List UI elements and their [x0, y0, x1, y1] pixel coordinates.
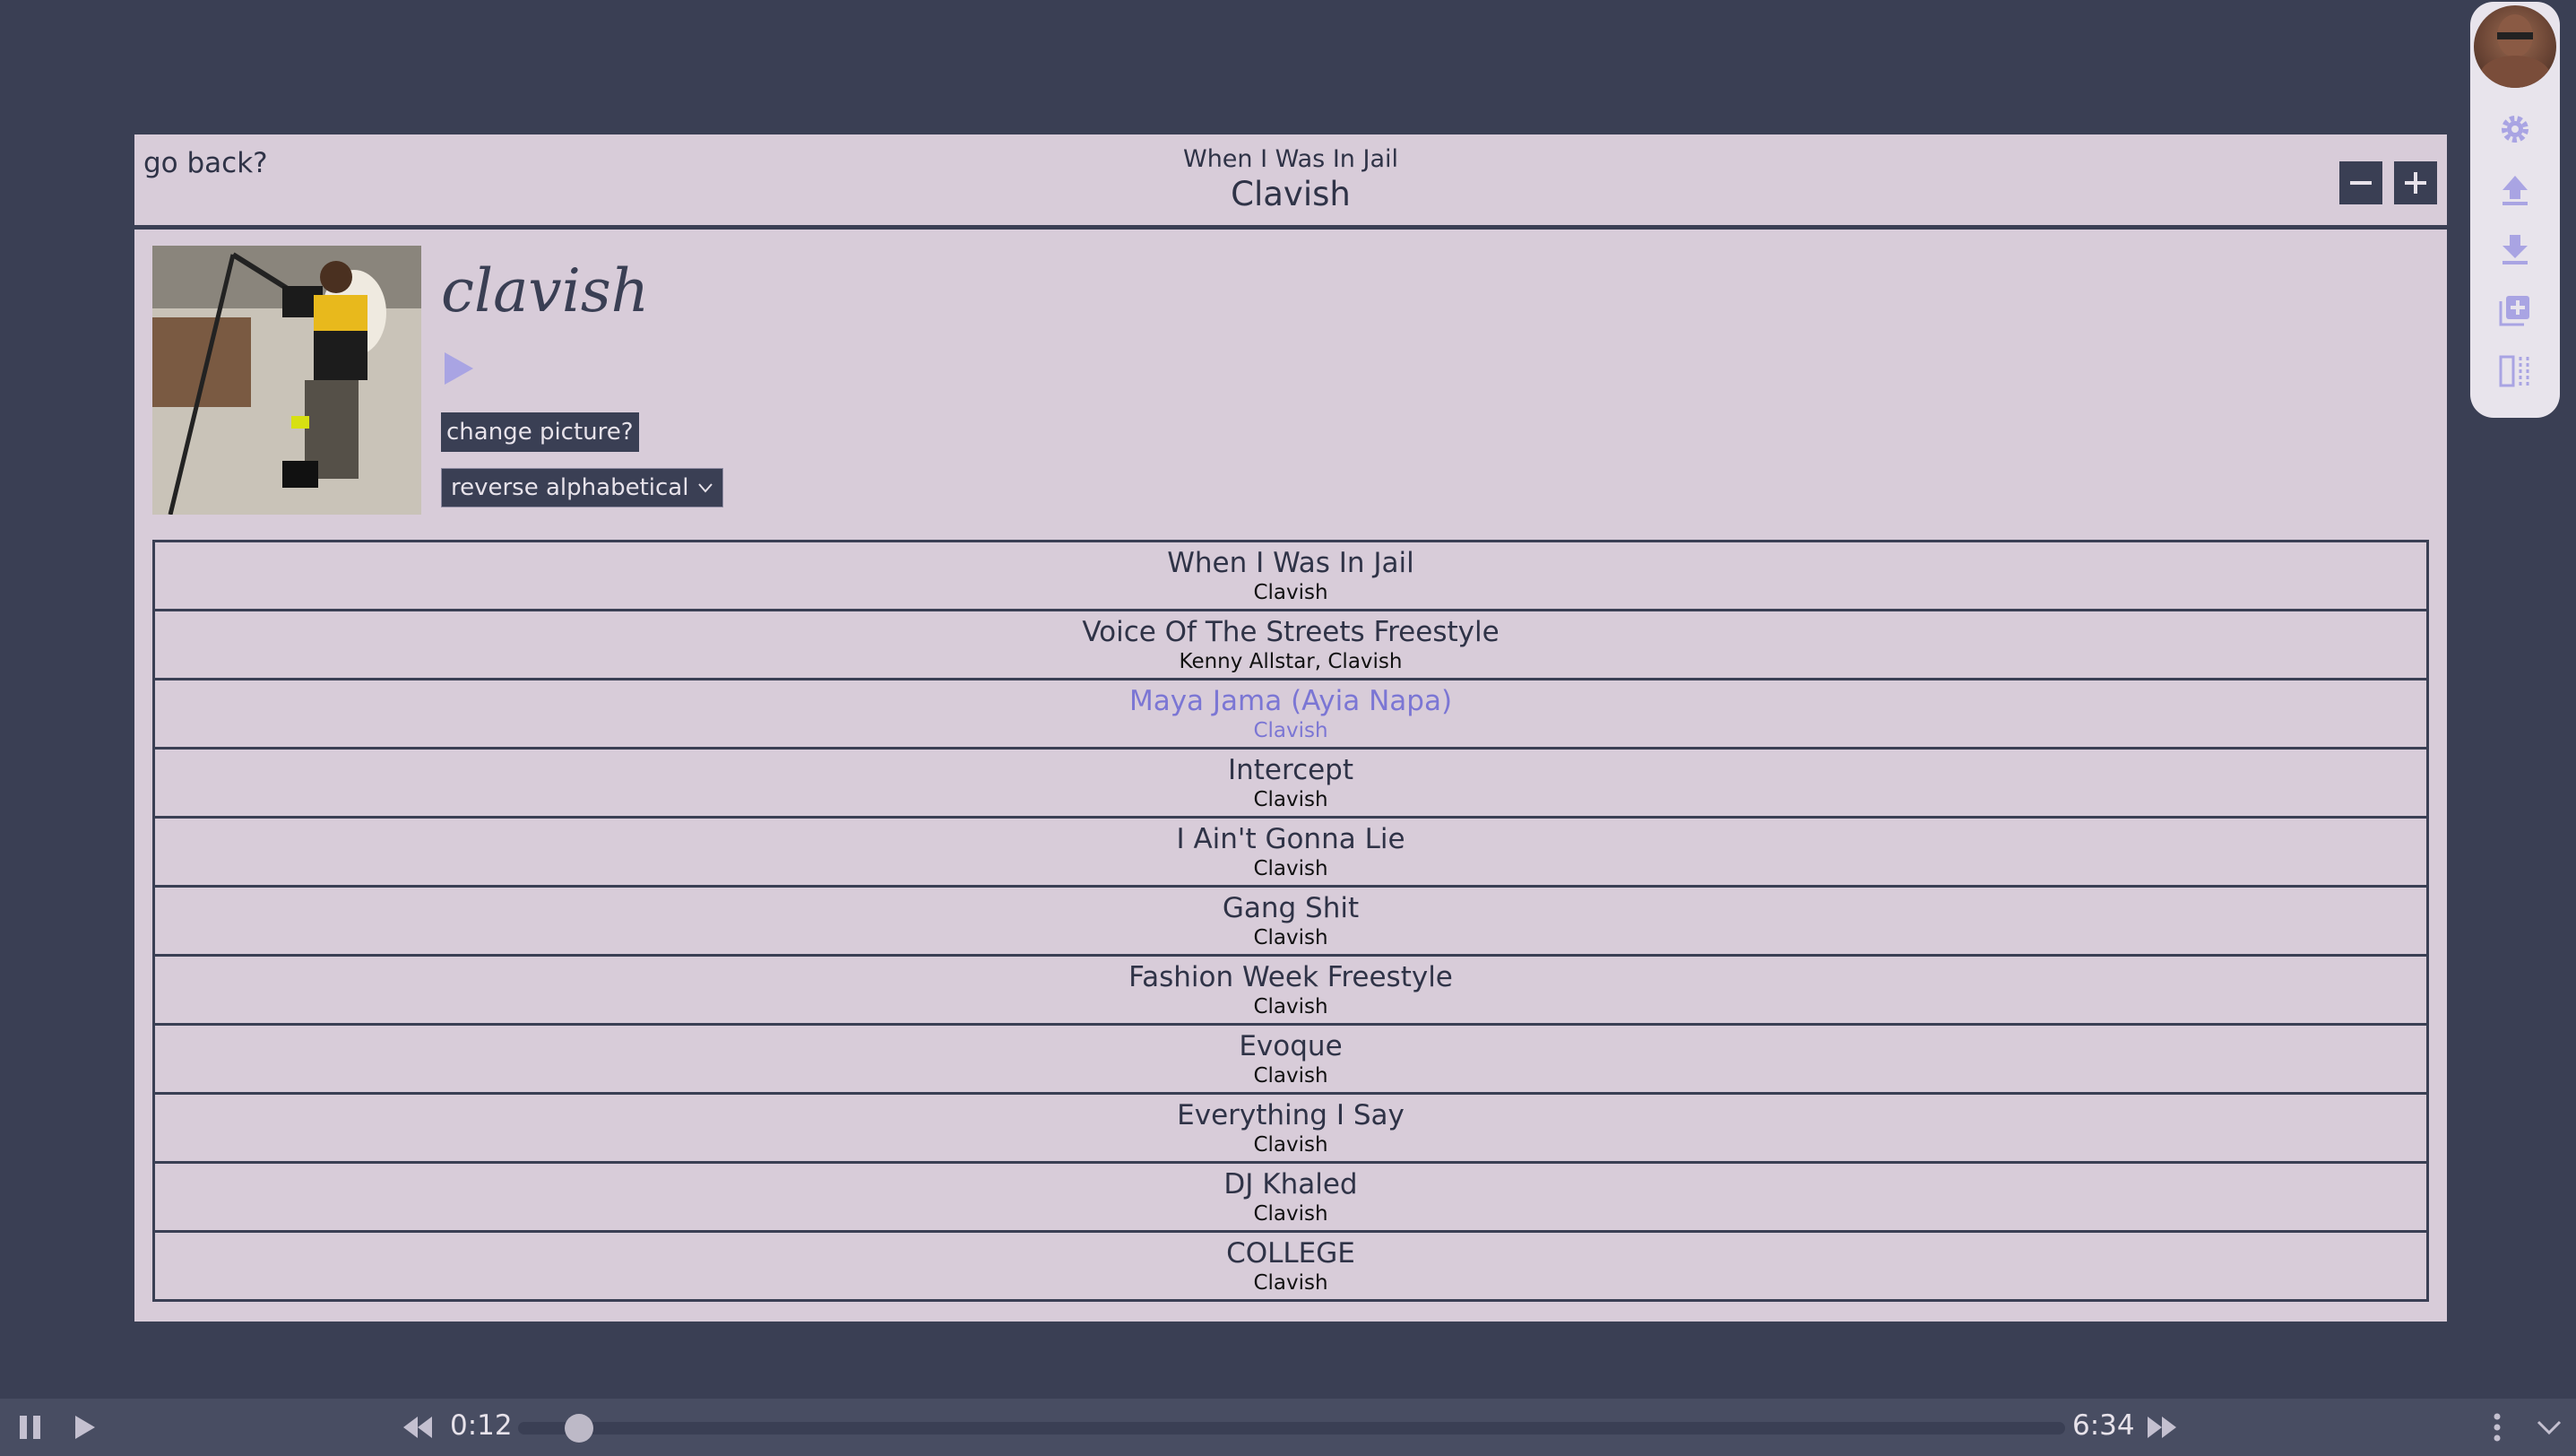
fast-forward-icon[interactable] [2146, 1411, 2178, 1443]
play-artist-icon[interactable] [441, 351, 477, 386]
download-icon[interactable] [2497, 231, 2533, 267]
artist-panel: go back? When I Was In Jail Clavish clav… [134, 134, 2447, 1322]
zoom-in-button[interactable] [2394, 161, 2437, 204]
progress-bar[interactable] [518, 1414, 2065, 1443]
track-artist: Kenny Allstar, Clavish [1179, 650, 1403, 673]
upload-icon[interactable] [2497, 172, 2533, 208]
track-title: Evoque [1239, 1030, 1343, 1062]
track-title: Gang Shit [1222, 892, 1360, 924]
track-artist: Clavish [1253, 995, 1328, 1018]
track-title: Intercept [1227, 754, 1354, 786]
track-title: Everything I Say [1177, 1099, 1405, 1131]
track-row[interactable]: Maya Jama (Ayia Napa) Clavish [152, 678, 2429, 750]
avatar[interactable] [2474, 5, 2556, 88]
panel-header: go back? When I Was In Jail Clavish [134, 134, 2447, 230]
track-title: DJ Khaled [1223, 1168, 1358, 1200]
track-list: When I Was In Jail Clavish Voice Of The St… [152, 540, 2429, 1302]
add-playlist-icon[interactable] [2497, 292, 2533, 328]
pause-icon[interactable] [14, 1411, 47, 1443]
track-artist: Clavish [1253, 719, 1328, 742]
player-bar: 0:12 6:34 [0, 1399, 2576, 1456]
track-row[interactable]: Fashion Week Freestyle Clavish [152, 954, 2429, 1026]
header-now-playing: When I Was In Jail Clavish [134, 145, 2447, 213]
artist-photo-illustration [152, 246, 421, 515]
chevron-down-icon[interactable] [2533, 1411, 2565, 1443]
track-row[interactable]: COLLEGE Clavish [152, 1230, 2429, 1302]
change-picture-button[interactable]: change picture? [441, 412, 639, 452]
play-icon[interactable] [68, 1411, 100, 1443]
split-view-icon[interactable] [2497, 353, 2533, 389]
header-artist-name: Clavish [1231, 175, 1351, 213]
track-row[interactable]: DJ Khaled Clavish [152, 1161, 2429, 1233]
track-artist: Clavish [1253, 1271, 1328, 1295]
track-artist: Clavish [1253, 1133, 1328, 1157]
track-artist: Clavish [1253, 788, 1328, 811]
plus-icon [2405, 172, 2426, 194]
artist-name-heading: clavish [441, 256, 650, 325]
track-artist: Clavish [1253, 926, 1328, 949]
artist-photo [152, 246, 421, 515]
track-title: COLLEGE [1226, 1237, 1355, 1270]
track-title: Voice Of The Streets Freestyle [1082, 616, 1500, 648]
track-row[interactable]: Intercept Clavish [152, 747, 2429, 819]
track-artist: Clavish [1253, 1064, 1328, 1088]
track-row[interactable]: When I Was In Jail Clavish [152, 540, 2429, 611]
progress-knob[interactable] [564, 1414, 593, 1443]
track-title: Maya Jama (Ayia Napa) [1128, 685, 1453, 717]
now-playing-title: When I Was In Jail [1183, 145, 1398, 173]
track-row[interactable]: Gang Shit Clavish [152, 885, 2429, 957]
chevron-down-icon [698, 483, 713, 493]
rewind-icon[interactable] [402, 1411, 434, 1443]
zoom-out-button[interactable] [2339, 161, 2382, 204]
artist-info: clavish change picture? reverse alphabet… [134, 230, 2447, 525]
track-title: Fashion Week Freestyle [1128, 961, 1453, 993]
sort-order-value: reverse alphabetical [451, 474, 689, 501]
more-options-icon[interactable] [2481, 1411, 2513, 1443]
track-artist: Clavish [1253, 857, 1328, 880]
track-title: When I Was In Jail [1167, 547, 1414, 579]
track-title: I Ain't Gonna Lie [1176, 823, 1405, 855]
sort-order-select[interactable]: reverse alphabetical [441, 468, 724, 507]
track-artist: Clavish [1253, 581, 1328, 604]
right-sidebar [2470, 2, 2560, 418]
track-row[interactable]: I Ain't Gonna Lie Clavish [152, 816, 2429, 888]
track-row[interactable]: Evoque Clavish [152, 1023, 2429, 1095]
current-time: 0:12 [450, 1409, 513, 1442]
avatar-image [2479, 14, 2551, 88]
track-row[interactable]: Everything I Say Clavish [152, 1092, 2429, 1164]
settings-icon[interactable] [2497, 111, 2533, 147]
track-artist: Clavish [1253, 1202, 1328, 1226]
total-time: 6:34 [2072, 1409, 2135, 1442]
minus-icon [2350, 181, 2372, 185]
track-row[interactable]: Voice Of The Streets Freestyle Kenny Alls… [152, 609, 2429, 680]
